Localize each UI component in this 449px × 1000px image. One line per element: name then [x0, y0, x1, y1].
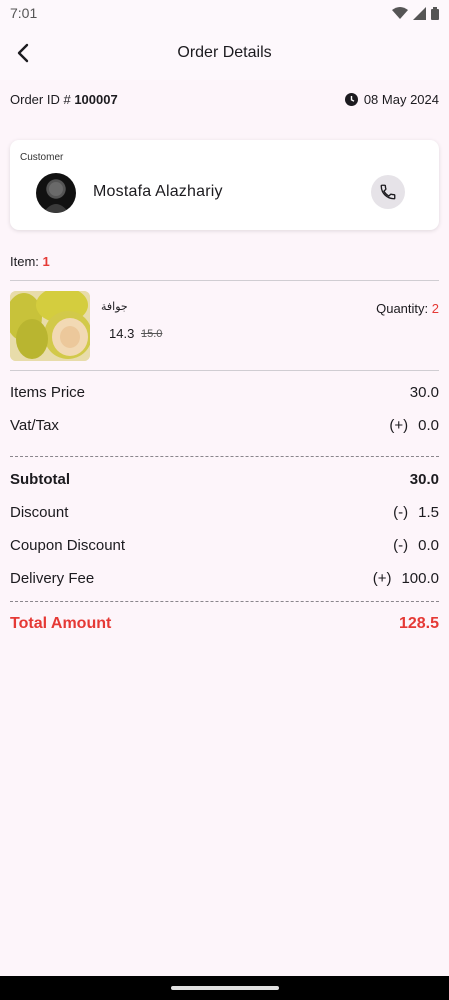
items-price-value: 30.0 [409, 384, 439, 401]
coupon-discount-value: 0.0 [418, 537, 439, 554]
coupon-discount-row: Coupon Discount (-) 0.0 [10, 537, 439, 554]
dashed-divider [10, 601, 439, 602]
home-handle[interactable] [171, 986, 279, 990]
discount-row: Discount (-) 1.5 [10, 504, 439, 521]
avatar [36, 173, 76, 213]
order-id: Order ID # 100007 [10, 92, 118, 107]
phone-icon [380, 184, 396, 200]
delivery-fee-value: 100.0 [401, 570, 439, 587]
discount-value: 1.5 [418, 504, 439, 521]
status-icons [392, 6, 439, 20]
delivery-fee-row: Delivery Fee (+) 100.0 [10, 570, 439, 587]
customer-card: Customer Mostafa Alazhariy [10, 140, 439, 230]
items-count: Item: 1 [10, 254, 50, 269]
total-amount-value: 128.5 [398, 615, 439, 632]
wifi-icon [392, 6, 408, 19]
back-arrow-icon [17, 43, 29, 63]
subtotal-label: Subtotal [10, 471, 70, 488]
vat-sign: (+) [389, 417, 409, 434]
page-title: Order Details [177, 44, 272, 61]
vat-value: 0.0 [418, 417, 439, 434]
delivery-fee-sign: (+) [372, 570, 392, 587]
order-id-label: Order ID # [10, 92, 71, 107]
items-count-value: 1 [42, 254, 50, 269]
customer-name: Mostafa Alazhariy [93, 183, 223, 200]
items-price-row: Items Price 30.0 [10, 384, 439, 401]
order-header: Order ID # 100007 08 May 2024 [10, 92, 439, 107]
clock-icon [344, 93, 358, 106]
product-image [10, 291, 90, 361]
battery-icon [431, 6, 439, 20]
customer-label: Customer [20, 152, 64, 163]
product-price: 14.3 [109, 326, 135, 341]
subtotal-value: 30.0 [409, 471, 439, 488]
status-time: 7:01 [10, 5, 38, 21]
discount-sign: (-) [393, 504, 409, 521]
call-button[interactable] [371, 175, 405, 209]
order-id-value: 100007 [74, 92, 118, 107]
items-count-label: Item: [10, 254, 39, 269]
dashed-divider [10, 456, 439, 457]
divider [10, 280, 439, 281]
system-nav-bar [0, 976, 449, 1000]
app-bar: Order Details [0, 26, 449, 80]
subtotal-row: Subtotal 30.0 [10, 471, 439, 488]
total-amount-row: Total Amount 128.5 [10, 615, 439, 633]
order-date-text: 08 May 2024 [363, 92, 439, 107]
vat-row: Vat/Tax (+) 0.0 [10, 417, 439, 434]
order-date: 08 May 2024 [344, 92, 439, 107]
vat-label: Vat/Tax [10, 417, 59, 434]
product-quantity: Quantity: 2 [376, 301, 439, 316]
product-name: جوافة [101, 300, 128, 313]
quantity-label: Quantity: [376, 301, 429, 316]
product-old-price: 15.0 [141, 328, 163, 340]
coupon-discount-sign: (-) [393, 537, 409, 554]
signal-icon [413, 6, 426, 20]
quantity-value: 2 [431, 301, 439, 316]
total-amount-label: Total Amount [10, 615, 112, 632]
items-price-label: Items Price [10, 384, 86, 401]
back-button[interactable] [10, 38, 36, 68]
discount-label: Discount [10, 504, 69, 521]
status-bar: 7:01 [0, 0, 449, 26]
delivery-fee-label: Delivery Fee [10, 570, 95, 587]
coupon-discount-label: Coupon Discount [10, 537, 126, 554]
divider [10, 370, 439, 371]
